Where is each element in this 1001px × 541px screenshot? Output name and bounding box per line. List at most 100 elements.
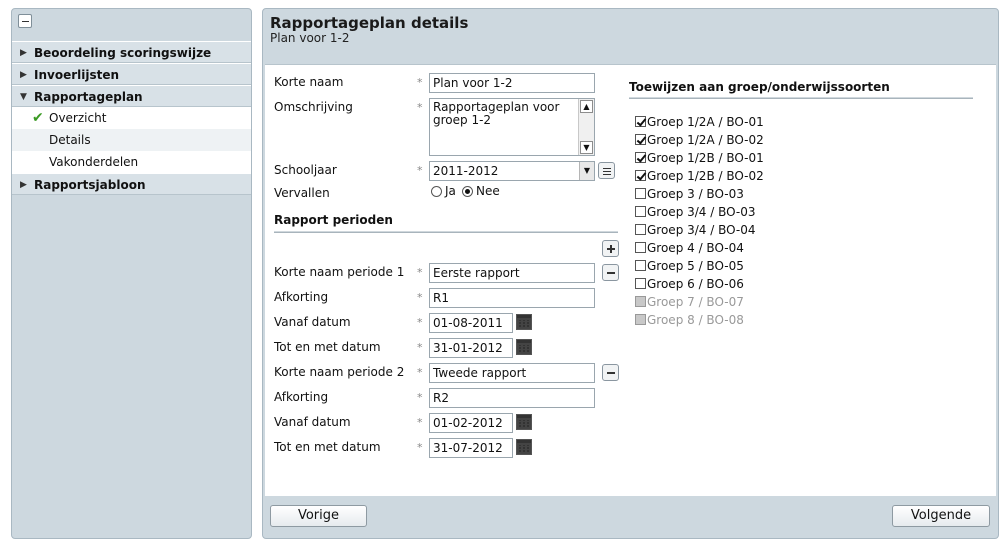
calendar-icon[interactable] <box>516 314 532 330</box>
periode-naam-input[interactable]: Tweede rapport <box>429 363 595 383</box>
triangle-right-icon: ▶ <box>20 70 27 80</box>
required-mark: * <box>417 316 423 329</box>
periode-naam-input[interactable]: Eerste rapport <box>429 263 595 283</box>
afkorting-input[interactable]: R1 <box>429 288 595 308</box>
schooljaar-value: 2011-2012 <box>433 164 499 178</box>
vanaf-datum-label: Vanaf datum <box>274 415 351 429</box>
scroll-down-icon[interactable]: ▼ <box>580 141 593 154</box>
group-checkbox[interactable] <box>635 116 646 127</box>
required-mark: * <box>417 76 423 89</box>
triangle-right-icon: ▶ <box>20 180 27 190</box>
calendar-icon[interactable] <box>516 439 532 455</box>
section-title-rapport-perioden: Rapport perioden <box>274 213 393 227</box>
omschrijving-textarea[interactable]: Rapportageplan voor groep 1-2 ▲ ▼ <box>429 98 595 156</box>
chevron-down-icon[interactable]: ▼ <box>579 162 594 180</box>
add-period-button[interactable] <box>602 240 619 257</box>
group-checkbox[interactable] <box>635 242 646 253</box>
triangle-right-icon: ▶ <box>20 48 27 58</box>
group-checkbox[interactable] <box>635 152 646 163</box>
triangle-down-icon: ▼ <box>20 92 27 102</box>
required-mark: * <box>417 366 423 379</box>
divider <box>629 97 973 99</box>
sidebar-item-invoerlijsten[interactable]: ▶ Invoerlijsten <box>12 63 251 85</box>
korte-naam-input[interactable]: Plan voor 1-2 <box>429 73 595 93</box>
schooljaar-select[interactable]: 2011-2012 ▼ <box>429 161 595 181</box>
sidebar-subitem-label: Details <box>49 133 91 147</box>
group-checkbox[interactable] <box>635 260 646 271</box>
nee-label: Nee <box>476 184 500 198</box>
tot-datum-label: Tot en met datum <box>274 340 381 354</box>
sidebar-item-label: Beoordeling scoringswijze <box>34 46 212 60</box>
tot-datum-input[interactable]: 31-01-2012 <box>429 338 513 358</box>
omschrijving-label: Omschrijving <box>274 100 353 114</box>
remove-period-button[interactable] <box>602 364 619 381</box>
group-label: Groep 8 / BO-08 <box>647 313 744 327</box>
group-label: Groep 1/2B / BO-01 <box>647 151 764 165</box>
calendar-icon[interactable] <box>516 339 532 355</box>
group-checkbox[interactable] <box>635 206 646 217</box>
periode-naam-label: Korte naam periode 2 <box>274 365 405 379</box>
group-label: Groep 1/2A / BO-02 <box>647 133 764 147</box>
group-label: Groep 5 / BO-05 <box>647 259 744 273</box>
required-mark: * <box>417 441 423 454</box>
sidebar-item-label: Rapportageplan <box>34 90 143 104</box>
vervallen-ja-radio[interactable] <box>431 186 442 197</box>
group-label: Groep 4 / BO-04 <box>647 241 744 255</box>
vanaf-datum-input[interactable]: 01-02-2012 <box>429 413 513 433</box>
sidebar-subitem-label: Overzicht <box>49 111 107 125</box>
vervallen-nee-radio[interactable] <box>462 186 473 197</box>
main-panel: Rapportageplan details Plan voor 1-2 Kor… <box>262 8 999 539</box>
list-icon[interactable] <box>598 162 615 179</box>
required-mark: * <box>417 164 423 177</box>
required-mark: * <box>417 266 423 279</box>
sidebar: ▶ Beoordeling scoringswijze ▶ Invoerlijs… <box>11 8 252 539</box>
required-mark: * <box>417 416 423 429</box>
ja-label: Ja <box>445 184 456 198</box>
collapse-icon[interactable] <box>18 14 32 28</box>
group-label: Groep 7 / BO-07 <box>647 295 744 309</box>
vanaf-datum-label: Vanaf datum <box>274 315 351 329</box>
divider <box>274 231 618 233</box>
periode-naam-label: Korte naam periode 1 <box>274 265 405 279</box>
group-checkbox[interactable] <box>635 188 646 199</box>
group-label: Groep 3/4 / BO-04 <box>647 223 756 237</box>
group-label: Groep 6 / BO-06 <box>647 277 744 291</box>
tot-datum-input[interactable]: 31-07-2012 <box>429 438 513 458</box>
details-form: Korte naam * Plan voor 1-2 Omschrijving … <box>265 64 996 496</box>
sidebar-item-rapportageplan[interactable]: ▼ Rapportageplan <box>12 85 251 107</box>
sidebar-nav: ▶ Beoordeling scoringswijze ▶ Invoerlijs… <box>12 41 251 195</box>
group-label: Groep 3 / BO-03 <box>647 187 744 201</box>
page-subtitle: Plan voor 1-2 <box>270 31 350 45</box>
page-title: Rapportageplan details <box>270 14 469 32</box>
sidebar-subitem-overzicht[interactable]: ✔ Overzicht <box>12 107 251 129</box>
previous-button[interactable]: Vorige <box>270 505 367 527</box>
sidebar-item-label: Invoerlijsten <box>34 68 120 82</box>
sidebar-subitem-vakonderdelen[interactable]: Vakonderdelen <box>12 151 251 173</box>
sidebar-subitem-details[interactable]: Details <box>12 129 251 151</box>
remove-period-button[interactable] <box>602 264 619 281</box>
group-checkbox[interactable] <box>635 170 646 181</box>
sidebar-item-beoordeling-scoringswijze[interactable]: ▶ Beoordeling scoringswijze <box>12 41 251 63</box>
required-mark: * <box>417 341 423 354</box>
next-button[interactable]: Volgende <box>892 505 990 527</box>
sidebar-item-rapportsjabloon[interactable]: ▶ Rapportsjabloon <box>12 173 251 195</box>
afkorting-label: Afkorting <box>274 290 329 304</box>
group-checkbox[interactable] <box>635 278 646 289</box>
afkorting-input[interactable]: R2 <box>429 388 595 408</box>
section-title-groups: Toewijzen aan groep/onderwijssoorten <box>629 80 890 94</box>
scroll-up-icon[interactable]: ▲ <box>580 100 593 113</box>
afkorting-label: Afkorting <box>274 390 329 404</box>
vanaf-datum-input[interactable]: 01-08-2011 <box>429 313 513 333</box>
checkmark-icon: ✔ <box>32 110 44 126</box>
sidebar-subitem-label: Vakonderdelen <box>49 155 139 169</box>
schooljaar-label: Schooljaar <box>274 163 337 177</box>
calendar-icon[interactable] <box>516 414 532 430</box>
korte-naam-label: Korte naam <box>274 75 344 89</box>
group-checkbox[interactable] <box>635 224 646 235</box>
group-checkbox[interactable] <box>635 134 646 145</box>
sidebar-item-label: Rapportsjabloon <box>34 178 146 192</box>
tot-datum-label: Tot en met datum <box>274 440 381 454</box>
textarea-scrollbar[interactable]: ▲ ▼ <box>578 99 594 155</box>
required-mark: * <box>417 391 423 404</box>
group-label: Groep 1/2B / BO-02 <box>647 169 764 183</box>
